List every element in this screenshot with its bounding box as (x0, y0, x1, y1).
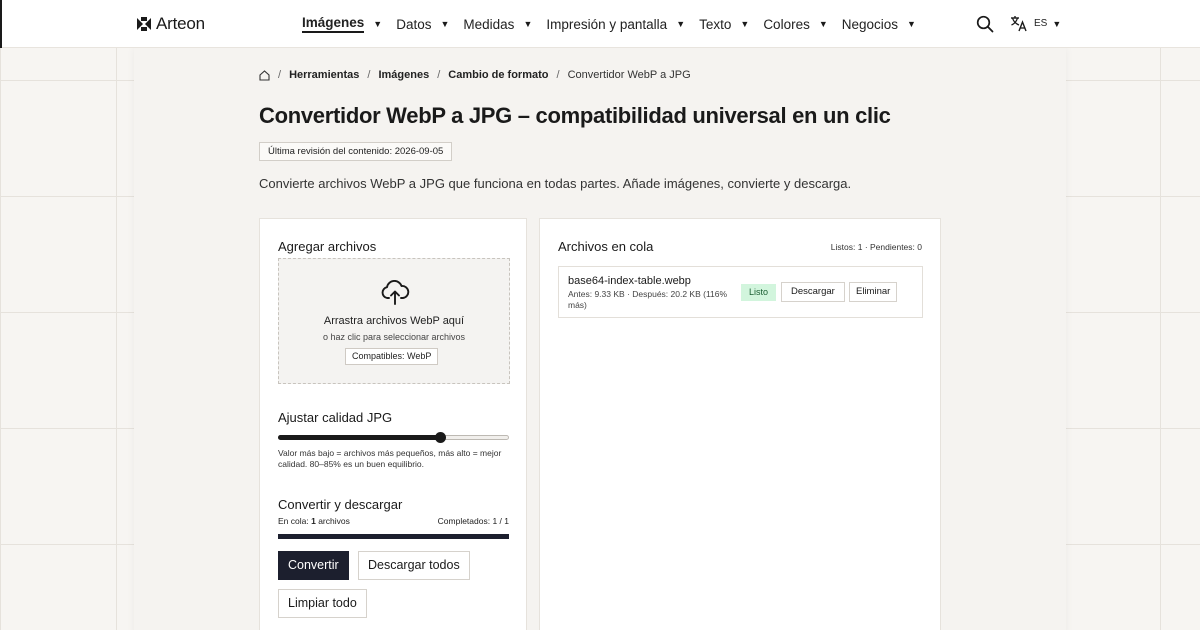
search-icon[interactable] (976, 15, 994, 33)
remove-file-button[interactable]: Eliminar (849, 282, 898, 302)
queued-suffix: archivos (318, 516, 350, 526)
breadcrumb-current: Convertidor WebP a JPG (567, 69, 691, 81)
nav-label: Medidas (463, 16, 515, 32)
main-nav: Imágenes ▼ Datos ▼ Medidas ▼ Impresión y… (302, 0, 916, 48)
nav-label: Impresión y pantalla (546, 16, 668, 32)
translate-icon (1011, 16, 1027, 32)
queued-prefix: En cola: (278, 516, 309, 526)
page-intro: Convierte archivos WebP a JPG que funcio… (259, 176, 852, 191)
revision-date-badge: Última revisión del contenido: 2026-09-0… (259, 142, 453, 161)
brand-name: Arteon (156, 14, 205, 33)
caret-down-icon: ▼ (740, 19, 750, 29)
nav-item-negocios[interactable]: Negocios ▼ (842, 17, 916, 32)
nav-item-impresion[interactable]: Impresión y pantalla ▼ (546, 17, 685, 32)
cloud-upload-icon (381, 280, 410, 305)
top-bar: Arteon Imágenes ▼ Datos ▼ Medidas ▼ Impr… (0, 0, 1200, 48)
caret-down-icon: ▼ (373, 19, 383, 29)
slider-thumb[interactable] (434, 432, 446, 443)
caret-down-icon: ▼ (523, 19, 533, 29)
breadcrumb-separator: / (367, 69, 371, 81)
language-code: ES (1034, 18, 1048, 29)
file-queue-panel: Archivos en cola Listos: 1 · Pendientes:… (539, 218, 941, 630)
queue-title: Archivos en cola (558, 239, 654, 254)
language-selector[interactable]: ES ▼ (1010, 15, 1061, 32)
page-title: Convertidor WebP a JPG – compatibilidad … (259, 103, 891, 128)
file-list-item: base64-index-table.webp Antes: 9.33 KB ·… (558, 266, 923, 318)
nav-item-datos[interactable]: Datos ▼ (396, 17, 449, 32)
brand-logo[interactable]: Arteon (136, 14, 205, 34)
nav-item-imagenes[interactable]: Imágenes ▼ (302, 15, 382, 33)
nav-label: Datos (396, 16, 432, 32)
progress-fill (278, 534, 509, 539)
add-files-title: Agregar archivos (278, 239, 377, 254)
nav-label: Texto (699, 16, 732, 32)
converter-controls-panel: Agregar archivos Arrastra archivos WebP … (259, 218, 527, 630)
queued-count-text: En cola: 1 archivos (278, 516, 350, 526)
quality-hint: Valor más bajo = archivos más pequeños, … (278, 448, 502, 469)
file-name: base64-index-table.webp (568, 275, 691, 287)
breadcrumb-separator: / (556, 69, 560, 81)
arteon-logo-icon (137, 17, 151, 31)
compatible-formats-badge: Compatibles: WebP (345, 348, 439, 365)
conversion-progress-bar (278, 534, 509, 539)
breadcrumb-herramientas[interactable]: Herramientas (289, 69, 359, 81)
dropzone-instruction: Arrastra archivos WebP aquí (323, 315, 465, 327)
nav-item-medidas[interactable]: Medidas ▼ (463, 17, 532, 32)
caret-down-icon: ▼ (676, 19, 686, 29)
slider-fill (278, 435, 440, 440)
breadcrumb-imagenes[interactable]: Imágenes (378, 69, 429, 81)
download-file-button[interactable]: Descargar (781, 282, 845, 302)
queue-summary: En cola: 1 archivos Completados: 1 / 1 (278, 516, 509, 526)
queue-status: Listos: 1 · Pendientes: 0 (830, 242, 922, 252)
clear-all-button[interactable]: Limpiar todo (278, 589, 367, 618)
queued-count: 1 (311, 516, 316, 526)
caret-down-icon: ▼ (907, 19, 916, 29)
completed-count: Completados: 1 / 1 (437, 516, 509, 526)
convert-button[interactable]: Convertir (278, 551, 349, 580)
download-all-button[interactable]: Descargar todos (358, 551, 470, 580)
nav-label: Colores (763, 16, 810, 32)
dropzone-click-hint: o haz clic para seleccionar archivos (322, 332, 466, 342)
caret-down-icon: ▼ (1052, 18, 1062, 29)
home-icon[interactable] (259, 69, 270, 81)
breadcrumb-cambio-de-formato[interactable]: Cambio de formato (448, 69, 548, 81)
caret-down-icon: ▼ (440, 19, 450, 29)
window-edge (0, 0, 2, 48)
breadcrumb-separator: / (278, 69, 282, 81)
nav-item-texto[interactable]: Texto ▼ (699, 17, 749, 32)
file-dropzone[interactable]: Arrastra archivos WebP aquí o haz clic p… (278, 258, 510, 384)
caret-down-icon: ▼ (818, 19, 828, 29)
nav-item-colores[interactable]: Colores ▼ (763, 17, 827, 32)
jpg-quality-slider[interactable] (278, 432, 509, 443)
file-size-info: Antes: 9.33 KB · Después: 20.2 KB (116% … (568, 289, 728, 310)
status-badge: Listo (741, 284, 777, 301)
nav-label: Imágenes (302, 15, 365, 33)
nav-label: Negocios (841, 16, 899, 32)
quality-title: Ajustar calidad JPG (278, 410, 393, 425)
breadcrumb-separator: / (437, 69, 441, 81)
convert-download-title: Convertir y descargar (278, 497, 403, 512)
breadcrumb: / Herramientas / Imágenes / Cambio de fo… (259, 69, 691, 81)
